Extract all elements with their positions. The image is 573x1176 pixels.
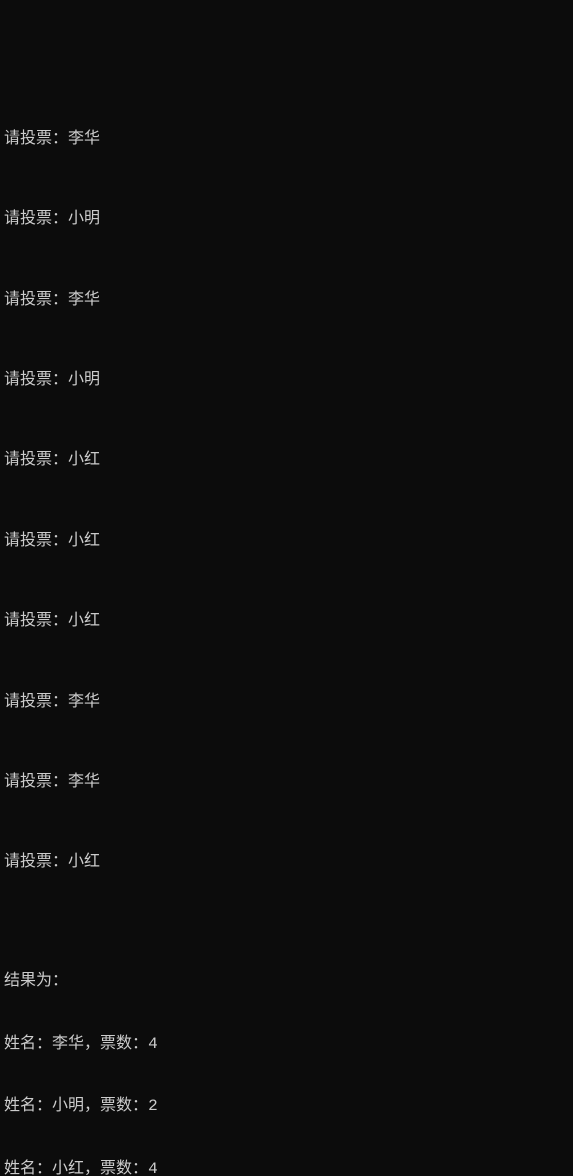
vote-prompt: 请投票： — [4, 853, 68, 871]
vote-name: 小红 — [68, 612, 100, 630]
vote-name: 小红 — [68, 532, 100, 550]
result-name: 小明 — [52, 1097, 84, 1115]
vote-name: 李华 — [68, 693, 100, 711]
vote-line: 请投票：李华 — [4, 129, 569, 150]
vote-name: 李华 — [68, 773, 100, 791]
vote-name: 李华 — [68, 130, 100, 148]
vote-prompt: 请投票： — [4, 612, 68, 630]
result-sep: ， — [84, 1035, 100, 1053]
result-line: 姓名：小红，票数：4 — [4, 1159, 569, 1176]
vote-line: 请投票：小明 — [4, 209, 569, 230]
result-line: 姓名：小明，票数：2 — [4, 1096, 569, 1117]
result-name: 小红 — [52, 1160, 84, 1176]
result-count: 2 — [148, 1097, 158, 1115]
vote-prompt: 请投票： — [4, 532, 68, 550]
vote-line: 请投票：小红 — [4, 450, 569, 471]
vote-name: 小明 — [68, 210, 100, 228]
vote-name: 李华 — [68, 291, 100, 309]
vote-line: 请投票：李华 — [4, 290, 569, 311]
vote-prompt: 请投票： — [4, 371, 68, 389]
vote-name: 小红 — [68, 853, 100, 871]
result-line: 姓名：李华，票数：4 — [4, 1034, 569, 1055]
name-label: 姓名： — [4, 1035, 52, 1053]
vote-line: 请投票：小明 — [4, 370, 569, 391]
result-count: 4 — [148, 1160, 158, 1176]
vote-prompt: 请投票： — [4, 210, 68, 228]
vote-prompt: 请投票： — [4, 130, 68, 148]
vote-prompt: 请投票： — [4, 693, 68, 711]
vote-prompt: 请投票： — [4, 451, 68, 469]
vote-prompt: 请投票： — [4, 291, 68, 309]
vote-name: 小明 — [68, 371, 100, 389]
result-sep: ， — [84, 1097, 100, 1115]
console-output: 请投票：李华 请投票：小明 请投票：李华 请投票：小明 请投票：小红 请投票：小… — [4, 87, 569, 1176]
count-label: 票数： — [100, 1097, 148, 1115]
result-header: 结果为： — [4, 971, 569, 992]
name-label: 姓名： — [4, 1160, 52, 1176]
result-name: 李华 — [52, 1035, 84, 1053]
result-count: 4 — [148, 1035, 158, 1053]
count-label: 票数： — [100, 1160, 148, 1176]
vote-line: 请投票：小红 — [4, 852, 569, 873]
vote-name: 小红 — [68, 451, 100, 469]
name-label: 姓名： — [4, 1097, 52, 1115]
result-sep: ， — [84, 1160, 100, 1176]
vote-line: 请投票：小红 — [4, 531, 569, 552]
vote-line: 请投票：小红 — [4, 611, 569, 632]
vote-line: 请投票：李华 — [4, 772, 569, 793]
vote-line: 请投票：李华 — [4, 692, 569, 713]
vote-prompt: 请投票： — [4, 773, 68, 791]
count-label: 票数： — [100, 1035, 148, 1053]
